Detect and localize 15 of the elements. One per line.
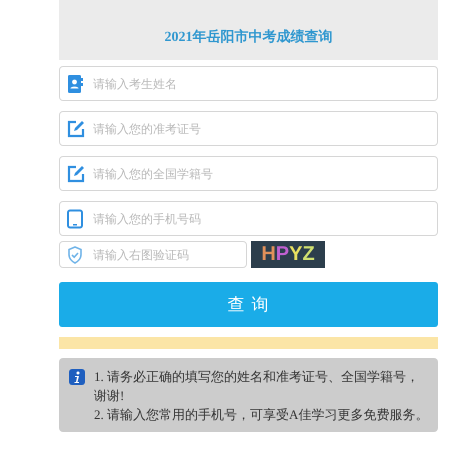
input-field[interactable]: 请输入您的准考证号 (59, 111, 438, 146)
tablet-icon (67, 209, 83, 228)
captcha-field[interactable]: 请输入右图验证码 (59, 241, 247, 268)
input-field[interactable]: 请输入考生姓名 (59, 66, 438, 101)
info-icon (69, 369, 85, 385)
notice-text: 1. 请务必正确的填写您的姓名和准考证号、全国学籍号，谢谢! (94, 368, 420, 405)
contact-card-icon (67, 74, 83, 92)
captcha-image[interactable]: HPYZ (251, 241, 325, 268)
input-field[interactable]: 请输入您的手机号码 (59, 201, 438, 236)
shield-check-icon (67, 246, 83, 264)
notice-text: 2. 请输入您常用的手机号，可享受A佳学习更多免费服务。 (94, 406, 430, 424)
edit-icon (67, 164, 85, 182)
edit-icon (67, 120, 85, 138)
input-field[interactable]: 请输入您的全国学籍号 (59, 156, 438, 191)
page-title: 2021年岳阳市中考成绩查询 (164, 28, 332, 46)
